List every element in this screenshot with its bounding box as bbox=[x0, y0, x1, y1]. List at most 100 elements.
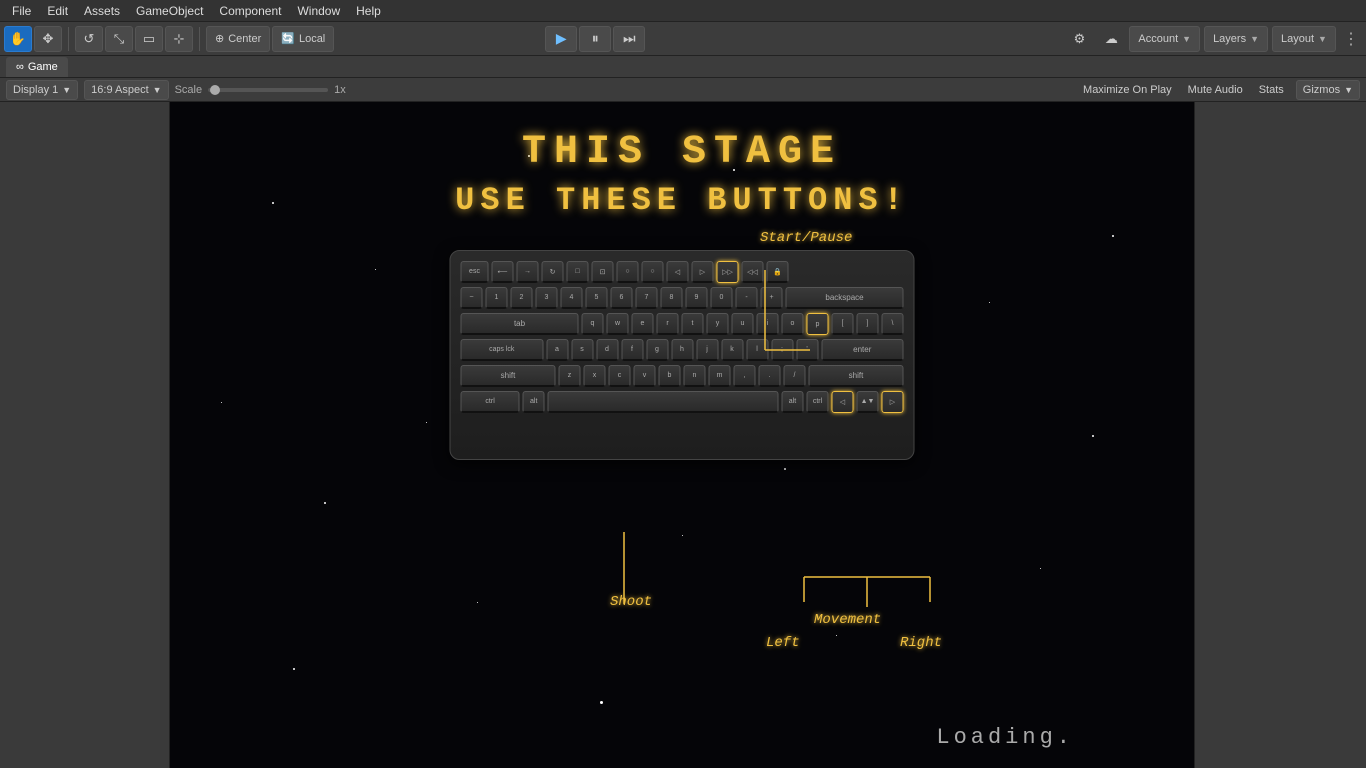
key-c[interactable]: c bbox=[609, 365, 631, 387]
key-f10[interactable]: ▷▷ bbox=[717, 261, 739, 283]
key-3[interactable]: 3 bbox=[536, 287, 558, 309]
more-button[interactable]: ⋮ bbox=[1340, 26, 1362, 52]
local-button[interactable]: 🔄 Local bbox=[272, 26, 334, 52]
key-bracket-l[interactable]: [ bbox=[832, 313, 854, 335]
key-b[interactable]: b bbox=[659, 365, 681, 387]
key-esc[interactable]: esc bbox=[461, 261, 489, 283]
key-v[interactable]: v bbox=[634, 365, 656, 387]
key-f12[interactable]: 🔒 bbox=[767, 261, 789, 283]
key-f5[interactable]: ⊡ bbox=[592, 261, 614, 283]
mute-button[interactable]: Mute Audio bbox=[1184, 82, 1247, 98]
key-s[interactable]: s bbox=[571, 339, 593, 361]
key-t[interactable]: t bbox=[682, 313, 704, 335]
key-plus[interactable]: + bbox=[761, 287, 783, 309]
gizmos-dropdown[interactable]: Gizmos ▼ bbox=[1296, 80, 1360, 100]
key-f2[interactable]: → bbox=[517, 261, 539, 283]
key-r[interactable]: r bbox=[657, 313, 679, 335]
key-z[interactable]: z bbox=[559, 365, 581, 387]
key-l[interactable]: l bbox=[746, 339, 768, 361]
key-f3[interactable]: ↻ bbox=[542, 261, 564, 283]
key-y[interactable]: y bbox=[707, 313, 729, 335]
play-button[interactable]: ▶ bbox=[545, 26, 577, 52]
layers-dropdown[interactable]: Layers ▼ bbox=[1204, 26, 1268, 52]
scale-slider[interactable] bbox=[208, 88, 328, 92]
key-9[interactable]: 9 bbox=[686, 287, 708, 309]
key-0[interactable]: 0 bbox=[711, 287, 733, 309]
key-tilde[interactable]: ~ bbox=[461, 287, 483, 309]
transform-tool-button[interactable]: ⊹ bbox=[165, 26, 193, 52]
key-semicolon[interactable]: ; bbox=[771, 339, 793, 361]
key-alt-l[interactable]: alt bbox=[523, 391, 545, 413]
key-i[interactable]: i bbox=[757, 313, 779, 335]
key-k[interactable]: k bbox=[721, 339, 743, 361]
key-7[interactable]: 7 bbox=[636, 287, 658, 309]
menu-window[interactable]: Window bbox=[289, 2, 348, 20]
menu-component[interactable]: Component bbox=[211, 2, 289, 20]
key-arrow-right[interactable]: ▷ bbox=[882, 391, 904, 413]
key-capslock[interactable]: caps lck bbox=[461, 339, 544, 361]
key-w[interactable]: w bbox=[607, 313, 629, 335]
step-button[interactable]: ⏭ bbox=[613, 26, 645, 52]
settings-button[interactable]: ⚙ bbox=[1065, 26, 1093, 52]
key-f9[interactable]: ▷ bbox=[692, 261, 714, 283]
key-ctrl-l[interactable]: ctrl bbox=[461, 391, 520, 413]
key-tab[interactable]: tab bbox=[461, 313, 579, 335]
layout-dropdown[interactable]: Layout ▼ bbox=[1272, 26, 1336, 52]
key-f7[interactable]: ○ bbox=[642, 261, 664, 283]
stats-button[interactable]: Stats bbox=[1255, 82, 1288, 98]
hand-tool-button[interactable]: ✋ bbox=[4, 26, 32, 52]
key-f1[interactable]: ⟵ bbox=[492, 261, 514, 283]
account-dropdown[interactable]: Account ▼ bbox=[1129, 26, 1200, 52]
key-ctrl-r[interactable]: ctrl bbox=[807, 391, 829, 413]
menu-file[interactable]: File bbox=[4, 2, 39, 20]
key-arrow-left[interactable]: ◁ bbox=[832, 391, 854, 413]
key-h[interactable]: h bbox=[671, 339, 693, 361]
move-tool-button[interactable]: ✥ bbox=[34, 26, 62, 52]
key-o[interactable]: o bbox=[782, 313, 804, 335]
center-button[interactable]: ⊕ Center bbox=[206, 26, 270, 52]
key-space[interactable] bbox=[548, 391, 779, 413]
key-backslash[interactable]: \ bbox=[882, 313, 904, 335]
key-f4[interactable]: □ bbox=[567, 261, 589, 283]
display-dropdown[interactable]: Display 1 ▼ bbox=[6, 80, 78, 100]
key-shift-r[interactable]: shift bbox=[809, 365, 904, 387]
key-2[interactable]: 2 bbox=[511, 287, 533, 309]
key-f6[interactable]: ○ bbox=[617, 261, 639, 283]
key-f11[interactable]: ◁◁ bbox=[742, 261, 764, 283]
key-arrow-up-down[interactable]: ▲▼ bbox=[857, 391, 879, 413]
key-u[interactable]: u bbox=[732, 313, 754, 335]
key-shift-l[interactable]: shift bbox=[461, 365, 556, 387]
key-minus[interactable]: - bbox=[736, 287, 758, 309]
aspect-dropdown[interactable]: 16:9 Aspect ▼ bbox=[84, 80, 168, 100]
key-alt-r[interactable]: alt bbox=[782, 391, 804, 413]
menu-help[interactable]: Help bbox=[348, 2, 389, 20]
key-enter[interactable]: enter bbox=[821, 339, 904, 361]
key-e[interactable]: e bbox=[632, 313, 654, 335]
key-p[interactable]: p bbox=[807, 313, 829, 335]
key-1[interactable]: 1 bbox=[486, 287, 508, 309]
rotate-tool-button[interactable]: ↺ bbox=[75, 26, 103, 52]
game-tab[interactable]: ∞ Game bbox=[6, 57, 68, 77]
pause-button[interactable]: ⏸ bbox=[579, 26, 611, 52]
menu-edit[interactable]: Edit bbox=[39, 2, 76, 20]
key-j[interactable]: j bbox=[696, 339, 718, 361]
key-x[interactable]: x bbox=[584, 365, 606, 387]
key-8[interactable]: 8 bbox=[661, 287, 683, 309]
scale-tool-button[interactable]: ⤡ bbox=[105, 26, 133, 52]
key-slash[interactable]: / bbox=[784, 365, 806, 387]
key-comma[interactable]: , bbox=[734, 365, 756, 387]
key-quote[interactable]: ' bbox=[796, 339, 818, 361]
key-g[interactable]: g bbox=[646, 339, 668, 361]
key-m[interactable]: m bbox=[709, 365, 731, 387]
key-q[interactable]: q bbox=[582, 313, 604, 335]
key-period[interactable]: . bbox=[759, 365, 781, 387]
key-n[interactable]: n bbox=[684, 365, 706, 387]
key-f8[interactable]: ◁ bbox=[667, 261, 689, 283]
key-5[interactable]: 5 bbox=[586, 287, 608, 309]
key-d[interactable]: d bbox=[596, 339, 618, 361]
cloud-button[interactable]: ☁ bbox=[1097, 26, 1125, 52]
menu-assets[interactable]: Assets bbox=[76, 2, 128, 20]
key-backspace[interactable]: backspace bbox=[786, 287, 904, 309]
key-6[interactable]: 6 bbox=[611, 287, 633, 309]
menu-gameobject[interactable]: GameObject bbox=[128, 2, 211, 20]
